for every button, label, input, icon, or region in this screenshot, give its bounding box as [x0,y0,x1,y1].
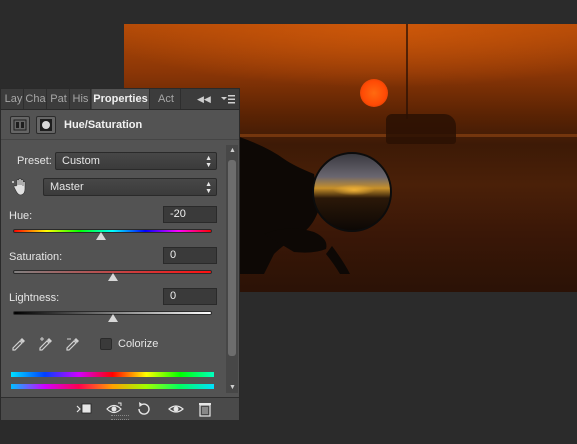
scroll-up-icon[interactable]: ▲ [229,147,236,154]
targeted-adjustment-hand-icon[interactable] [11,177,31,197]
tab-layers[interactable]: Lay [4,89,24,109]
hue-slider-track[interactable] [13,229,212,233]
panel-menu-icon[interactable] [220,92,236,106]
lightness-label: Lightness: [9,292,60,304]
properties-panel: Lay Cha Pat His Properties Act ◀◀ Hue/Sa… [0,88,240,420]
eye-icon[interactable] [167,401,185,417]
lightness-slider-thumb[interactable] [107,314,118,322]
sailboat-silhouette [386,114,456,144]
double-chevron-left-icon[interactable]: ◀◀ [197,93,211,105]
saturation-input[interactable]: 0 [163,247,217,264]
scrollbar-thumb[interactable] [228,160,236,356]
clip-to-layer-icon[interactable] [75,401,93,417]
input-color-bar [11,372,214,377]
eyedropper-icon[interactable] [11,336,27,352]
reset-icon[interactable] [135,401,153,417]
properties-header: Hue/Saturation [1,111,239,140]
tab-channels[interactable]: Cha [25,89,47,109]
hue-slider-thumb[interactable] [96,232,107,240]
tab-paths[interactable]: Pat [48,89,70,109]
scroll-down-icon[interactable]: ▼ [229,384,236,391]
tab-history[interactable]: His [71,89,91,109]
chevron-updown-icon: ▲ ▼ [205,181,212,195]
sailboat-mast [406,24,408,119]
panel-tab-bar: Lay Cha Pat His Properties Act ◀◀ [1,89,239,110]
eyedropper-add-icon[interactable] [38,336,54,352]
lensball [312,152,392,232]
saturation-label: Saturation: [9,251,63,263]
lightness-input[interactable]: 0 [163,288,217,305]
tab-properties[interactable]: Properties [92,89,150,109]
output-color-bar [11,384,214,389]
tab-actions[interactable]: Act [151,89,181,109]
colorize-checkbox[interactable] [100,338,112,350]
eyedropper-subtract-icon[interactable] [65,336,81,352]
sun [360,79,388,107]
colorize-label: Colorize [118,338,159,350]
preset-select[interactable]: Custom ▲ ▼ [55,152,217,170]
chevron-updown-icon: ▲ ▼ [205,155,212,169]
channel-select[interactable]: Master ▲ ▼ [43,178,217,196]
channel-value: Master [50,181,84,193]
preset-value: Custom [62,155,100,167]
adjustment-title: Hue/Saturation [64,119,143,131]
panel-resize-grip[interactable] [111,415,129,420]
hue-label: Hue: [9,210,33,222]
layer-mask-icon[interactable] [36,116,56,134]
trash-icon[interactable] [196,401,214,417]
adjustment-layer-icon[interactable] [10,116,30,134]
hue-input[interactable]: -20 [163,206,217,223]
preset-label: Preset: [17,155,52,167]
saturation-slider-thumb[interactable] [107,273,118,281]
